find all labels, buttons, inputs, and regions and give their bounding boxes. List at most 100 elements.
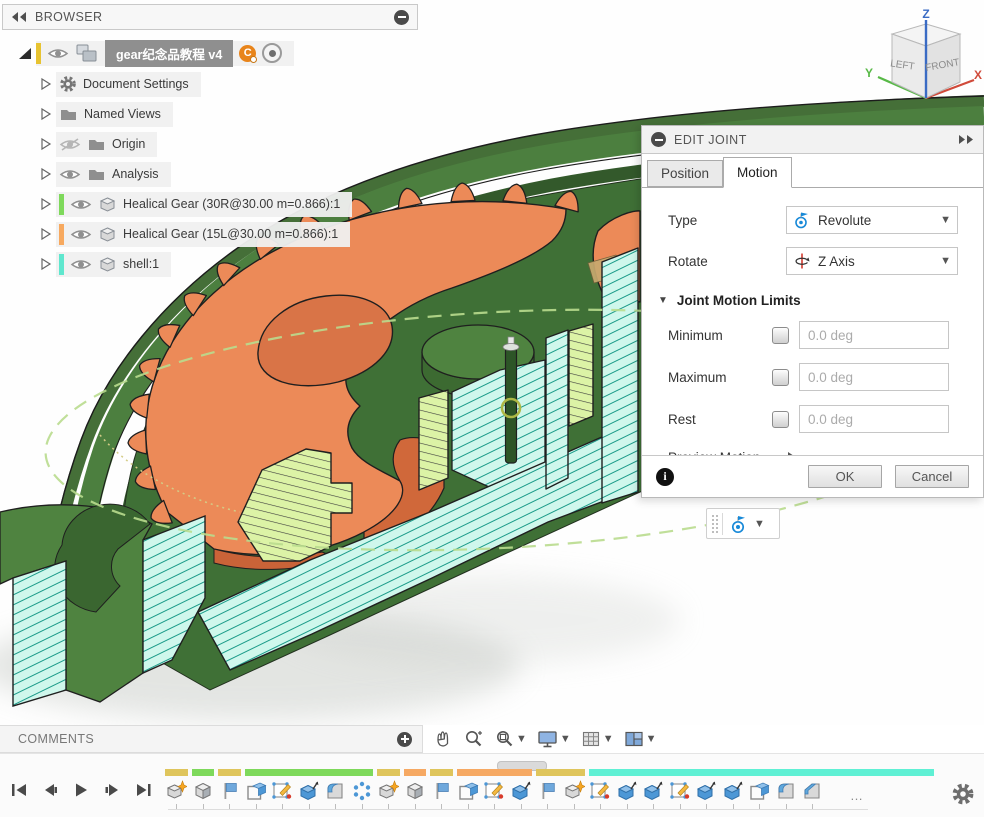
step-forward-button[interactable] [101, 781, 123, 799]
dialog-header[interactable]: EDIT JOINT [642, 126, 983, 154]
browser-row-gear-15l[interactable]: Healical Gear (15L@30.00 m=0.866):1 [38, 221, 350, 247]
minimum-input[interactable] [799, 321, 949, 349]
rotate-dropdown[interactable]: Z Axis ▼ [786, 247, 958, 275]
chevron-down-icon[interactable]: ▼ [516, 733, 527, 745]
timeline-feature-box[interactable] [245, 780, 267, 802]
timeline-feature-body[interactable] [192, 780, 214, 802]
timeline-feature-extrude[interactable] [642, 780, 664, 802]
eye-hidden-icon[interactable] [59, 137, 81, 152]
collapse-panel-icon[interactable] [11, 11, 27, 23]
browser-row-origin[interactable]: Origin [38, 131, 157, 157]
timeline-feature-extrude[interactable] [510, 780, 532, 802]
timeline-feature-extrude[interactable] [695, 780, 717, 802]
go-to-start-button[interactable] [8, 781, 30, 799]
timeline-feature-new-component[interactable] [377, 780, 399, 802]
timeline-feature-extrude[interactable] [298, 780, 320, 802]
collapsed-arrow-icon[interactable] [38, 196, 52, 212]
minimize-dialog-icon[interactable] [651, 132, 666, 147]
chevron-down-icon[interactable]: ▼ [603, 733, 614, 745]
step-back-button[interactable] [39, 781, 61, 799]
timeline-group-bar-teal[interactable] [589, 769, 934, 776]
browser-row-shell[interactable]: shell:1 [38, 251, 171, 277]
collapsed-arrow-icon[interactable] [38, 106, 52, 122]
timeline-feature-flag[interactable] [536, 780, 558, 802]
timeline-group-bar-yellow[interactable] [536, 769, 585, 776]
minimize-browser-icon[interactable] [394, 10, 409, 25]
eye-icon[interactable] [47, 46, 69, 61]
ok-button[interactable]: OK [808, 465, 882, 488]
chevron-down-icon[interactable]: ▼ [646, 733, 657, 745]
info-icon[interactable]: i [656, 468, 674, 486]
minimum-checkbox[interactable] [772, 327, 789, 344]
timeline-feature-flag[interactable] [218, 780, 240, 802]
revolute-joint-icon[interactable] [729, 514, 749, 534]
timeline-feature-sketch[interactable] [669, 780, 691, 802]
timeline-group-bar-green[interactable] [245, 769, 374, 776]
timeline-feature-new-component[interactable] [563, 780, 585, 802]
zoom-tool[interactable] [460, 727, 487, 751]
maximum-checkbox[interactable] [772, 369, 789, 386]
browser-row-document-settings[interactable]: Document Settings [38, 71, 201, 97]
maximum-input[interactable] [799, 363, 949, 391]
timeline-feature-flag[interactable] [430, 780, 452, 802]
joint-motion-limits-section[interactable]: ▼ Joint Motion Limits [642, 283, 983, 312]
collapsed-arrow-icon[interactable] [38, 166, 52, 182]
root-component-label[interactable]: gear纪念品教程 v4 [105, 40, 233, 67]
eye-icon[interactable] [59, 167, 81, 182]
chevron-down-icon[interactable]: ▼ [754, 518, 765, 530]
timeline-group-bar-green[interactable] [192, 769, 215, 776]
expanded-arrow-icon[interactable] [16, 45, 32, 61]
cancel-button[interactable]: Cancel [895, 465, 969, 488]
eye-icon[interactable] [70, 257, 92, 272]
timeline-feature-sketch[interactable] [271, 780, 293, 802]
timeline-feature-sketch[interactable] [483, 780, 505, 802]
browser-row-gear-30r[interactable]: Healical Gear (30R@30.00 m=0.866):1 [38, 191, 352, 217]
timeline-feature-circular-pattern[interactable] [351, 780, 373, 802]
tab-motion[interactable]: Motion [723, 157, 792, 188]
pan-tool[interactable] [430, 727, 456, 751]
joint-mini-toolbar[interactable]: ▼ [706, 508, 780, 539]
timeline-feature-fillet[interactable] [775, 780, 797, 802]
fit-tool[interactable]: ▼ [491, 727, 530, 751]
play-button[interactable] [70, 781, 92, 799]
view-cube[interactable]: LEFT FRONT Z Y X [856, 6, 982, 118]
collapsed-arrow-icon[interactable] [38, 76, 52, 92]
browser-row-analysis[interactable]: Analysis [38, 161, 171, 187]
activate-component-radio[interactable] [262, 43, 282, 63]
timeline-group-bar-orange[interactable] [457, 769, 533, 776]
type-dropdown[interactable]: Revolute ▼ [786, 206, 958, 234]
timeline-feature-extrude[interactable] [616, 780, 638, 802]
timeline-feature-box[interactable] [457, 780, 479, 802]
timeline-settings-button[interactable] [951, 782, 975, 811]
expand-dialog-icon[interactable] [958, 134, 974, 145]
eye-icon[interactable] [70, 197, 92, 212]
timeline-feature-chamfer[interactable] [801, 780, 823, 802]
add-comment-icon[interactable] [397, 732, 412, 747]
drag-handle[interactable] [711, 514, 719, 534]
eye-icon[interactable] [70, 227, 92, 242]
timeline-feature-box[interactable] [748, 780, 770, 802]
timeline-feature-body[interactable] [404, 780, 426, 802]
chevron-down-icon[interactable]: ▼ [560, 733, 571, 745]
timeline-group-bar-yellow[interactable] [218, 769, 241, 776]
browser-row-named-views[interactable]: Named Views [38, 101, 173, 127]
go-to-end-button[interactable] [132, 781, 154, 799]
tab-position[interactable]: Position [647, 160, 723, 187]
timeline-group-bar-orange[interactable] [404, 769, 427, 776]
timeline-group-bar-yellow[interactable] [377, 769, 400, 776]
collapsed-arrow-icon[interactable] [38, 256, 52, 272]
timeline-group-bar-yellow[interactable] [430, 769, 453, 776]
display-settings-tool[interactable]: ▼ [534, 727, 574, 751]
timeline-feature-fillet[interactable] [324, 780, 346, 802]
viewports-tool[interactable]: ▼ [621, 728, 660, 750]
timeline-feature-new-component[interactable] [165, 780, 187, 802]
timeline-feature-sketch[interactable] [589, 780, 611, 802]
browser-root-row[interactable]: gear纪念品教程 v4 C [16, 40, 294, 66]
collapsed-arrow-icon[interactable] [38, 226, 52, 242]
rest-input[interactable] [799, 405, 949, 433]
collapsed-arrow-icon[interactable] [38, 136, 52, 152]
grids-snaps-tool[interactable]: ▼ [578, 727, 617, 751]
timeline-feature-extrude[interactable] [722, 780, 744, 802]
rest-checkbox[interactable] [772, 411, 789, 428]
timeline-group-bar-yellow[interactable] [165, 769, 188, 776]
